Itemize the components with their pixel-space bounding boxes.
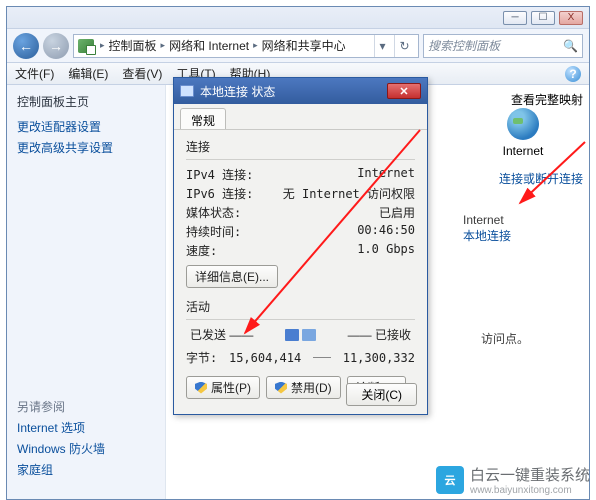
internet-globe-icon [507,108,539,140]
access-type-label: Internet [463,213,583,227]
help-icon[interactable]: ? [565,66,581,82]
dialog-close-btn[interactable]: 关闭(C) [346,383,417,406]
media-value: 已启用 [379,204,415,221]
ipv6-label: IPv6 连接: [186,185,253,202]
sent-label: 已发送 —— [190,326,253,343]
sidebar-home[interactable]: 控制面板主页 [17,93,155,110]
tab-general[interactable]: 常规 [180,108,226,129]
menu-file[interactable]: 文件(F) [15,65,54,82]
connection-group-label: 连接 [186,138,415,155]
received-label: —— 已接收 [348,326,411,343]
bytes-received-value: 11,300,332 [343,351,415,365]
connection-icon [180,85,194,97]
details-button[interactable]: 详细信息(E)... [186,265,278,288]
sidebar: 控制面板主页 更改适配器设置 更改高级共享设置 另请参阅 Internet 选项… [7,85,165,499]
maximize-button[interactable]: ☐ [531,11,555,25]
media-label: 媒体状态: [186,204,241,221]
see-also-label: 另请参阅 [17,398,155,415]
bytes-sent-value: 15,604,414 [229,351,301,365]
address-dropdown-icon[interactable]: ▾ [374,35,390,57]
control-panel-icon [78,39,94,53]
minimize-button[interactable]: ─ [503,11,527,25]
breadcrumb-sep-icon: ▸ [159,40,168,51]
network-side: 查看完整映射 Internet 连接或断开连接 Internet 本地连接 [463,91,583,244]
tab-strip: 常规 [174,104,427,130]
watermark-logo-icon: 云 [436,466,464,494]
bytes-label: 字节: [186,349,217,366]
search-input[interactable]: 搜索控制面板 🔍 [423,34,583,58]
breadcrumb-item[interactable]: 控制面板 [109,37,157,54]
menu-view[interactable]: 查看(V) [122,65,162,82]
breadcrumb-sep-icon: ▸ [98,40,107,51]
shield-icon [195,382,207,394]
dialog-title-text: 本地连接 状态 [200,83,275,100]
sidebar-adapter-link[interactable]: 更改适配器设置 [17,118,155,135]
menu-edit[interactable]: 编辑(E) [68,65,108,82]
duration-label: 持续时间: [186,223,241,240]
sidebar-sharing-link[interactable]: 更改高级共享设置 [17,139,155,156]
ipv4-label: IPv4 连接: [186,166,253,183]
duration-value: 00:46:50 [357,223,415,240]
titlebar: ─ ☐ X [7,7,589,29]
forward-button[interactable]: → [43,33,69,59]
disable-button[interactable]: 禁用(D) [266,376,341,399]
ipv4-value: Internet [357,166,415,183]
activity-group-label: 活动 [186,298,415,315]
breadcrumb[interactable]: ▸ 控制面板 ▸ 网络和 Internet ▸ 网络和共享中心 [98,37,346,54]
refresh-icon[interactable]: ↻ [394,35,414,57]
navbar: ← → ▸ 控制面板 ▸ 网络和 Internet ▸ 网络和共享中心 ▾ ↻ … [7,29,589,63]
connection-status-dialog: 本地连接 状态 ✕ 常规 连接 IPv4 连接: Internet IPv6 连接… [173,77,428,415]
view-full-map-link[interactable]: 查看完整映射 [463,91,583,108]
visit-points-text: 访问点。 [481,330,529,347]
internet-label: Internet [463,144,583,158]
close-button[interactable]: X [559,11,583,25]
watermark-url: www.baiyunxitong.com [470,485,590,496]
watermark-text: 白云一键重装系统 [470,464,590,485]
properties-button[interactable]: 属性(P) [186,376,260,399]
dialog-close-button[interactable]: ✕ [387,83,421,99]
speed-label: 速度: [186,242,217,259]
search-placeholder: 搜索控制面板 [428,37,500,54]
back-button[interactable]: ← [13,33,39,59]
sidebar-homegroup-link[interactable]: 家庭组 [17,461,155,478]
shield-icon [275,382,287,394]
sidebar-internet-options-link[interactable]: Internet 选项 [17,419,155,436]
watermark: 云 白云一键重装系统 www.baiyunxitong.com [436,464,590,496]
speed-value: 1.0 Gbps [357,242,415,259]
activity-row: 已发送 —— —— 已接收 [190,326,411,343]
breadcrumb-item[interactable]: 网络和 Internet [169,37,249,54]
local-connection-link[interactable]: 本地连接 [463,229,511,243]
dialog-body: 连接 IPv4 连接: Internet IPv6 连接: 无 Internet 访… [174,130,427,405]
connect-disconnect-link[interactable]: 连接或断开连接 [463,170,583,187]
activity-icon [285,329,316,341]
address-bar[interactable]: ▸ 控制面板 ▸ 网络和 Internet ▸ 网络和共享中心 ▾ ↻ [73,34,419,58]
ipv6-value: 无 Internet 访问权限 [283,185,415,202]
breadcrumb-item[interactable]: 网络和共享中心 [262,37,346,54]
dialog-titlebar[interactable]: 本地连接 状态 ✕ [174,78,427,104]
breadcrumb-sep-icon: ▸ [251,40,260,51]
sidebar-firewall-link[interactable]: Windows 防火墙 [17,440,155,457]
search-icon: 🔍 [563,39,578,53]
